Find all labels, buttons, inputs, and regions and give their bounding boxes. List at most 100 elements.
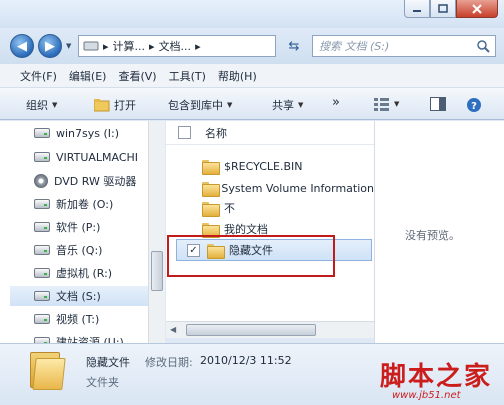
address-bar[interactable]: ▸ 计算... ▸ 文档... ▸ [78, 35, 276, 57]
folder-icon [202, 159, 220, 175]
help-button[interactable]: ? [466, 97, 482, 113]
file-list: 名称 $RECYCLE.BIN System Volume Informatio… [166, 121, 374, 321]
watermark-logo: 脚本之家 [380, 362, 493, 392]
maximize-button[interactable] [430, 0, 456, 18]
file-name: 不 [224, 202, 235, 215]
minimize-icon [413, 9, 421, 12]
preview-pane-button[interactable] [430, 97, 446, 111]
refresh-button[interactable]: ⇆ [282, 35, 306, 57]
breadcrumb-computer[interactable]: 计算... [113, 38, 146, 54]
nav-item-label: 建站资源 (U:) [56, 336, 124, 343]
details-type: 文件夹 [86, 376, 119, 389]
chevron-down-icon: ▼ [298, 101, 304, 109]
address-row: ◀ ▶ ▼ ▸ 计算... ▸ 文档... ▸ ⇆ 搜索 文档 (S:) [0, 28, 504, 64]
table-row[interactable]: $RECYCLE.BIN [166, 155, 374, 177]
search-placeholder: 搜索 文档 (S:) [319, 40, 390, 53]
drive-icon [83, 41, 99, 51]
large-folder-icon [30, 352, 66, 390]
breadcrumb-separator-icon: ▸ [103, 39, 109, 53]
highlight-annotation [167, 235, 335, 277]
drive-icon [34, 268, 50, 278]
folder-icon [202, 222, 220, 238]
drive-icon [34, 222, 50, 232]
nav-item-label: 虚拟机 (R:) [56, 267, 113, 280]
nav-item-software[interactable]: 软件 (P:) [34, 217, 100, 237]
close-button[interactable] [456, 0, 498, 18]
breadcrumb-separator-icon: ▸ [195, 39, 201, 53]
drive-icon [34, 314, 50, 324]
open-label: 打开 [114, 99, 136, 112]
search-input[interactable]: 搜索 文档 (S:) [312, 35, 496, 57]
organize-label: 组织 [26, 99, 48, 112]
back-button[interactable]: ◀ [10, 34, 34, 58]
refresh-icon: ⇆ [288, 38, 300, 54]
nav-item-label: VIRTUALMACHI [56, 150, 139, 164]
folder-icon [202, 201, 220, 217]
nav-item-dvd-drive[interactable]: DVD RW 驱动器 [34, 171, 136, 191]
scroll-left-icon[interactable]: ◀ [170, 325, 176, 334]
column-header-name[interactable]: 名称 [205, 125, 227, 141]
history-dropdown-icon[interactable]: ▼ [66, 42, 71, 50]
breadcrumb-documents[interactable]: 文档... [159, 38, 192, 54]
nav-item-label: DVD RW 驱动器 [54, 175, 137, 188]
menu-edit[interactable]: 编辑(E) [69, 68, 107, 84]
menu-file[interactable]: 文件(F) [20, 68, 57, 84]
nav-item-label: 文档 (S:) [56, 290, 101, 303]
watermark-url: www.jb51.net [392, 390, 461, 401]
close-icon [472, 3, 482, 14]
select-all-checkbox[interactable] [178, 126, 191, 139]
organize-button[interactable]: 组织 ▼ [26, 97, 57, 113]
menu-help[interactable]: 帮助(H) [218, 68, 257, 84]
minimize-button[interactable] [404, 0, 430, 18]
nav-item-videos[interactable]: 视频 (T:) [34, 309, 99, 329]
open-button[interactable]: 打开 [94, 97, 136, 113]
drive-icon [34, 245, 50, 255]
chevron-down-icon: ▼ [52, 101, 58, 109]
view-options-button[interactable]: ▼ [374, 97, 399, 111]
more-commands-button[interactable]: » [332, 95, 340, 110]
nav-item-music[interactable]: 音乐 (Q:) [34, 240, 102, 260]
nav-item-label: win7sys (I:) [56, 126, 120, 140]
open-folder-icon [94, 98, 110, 111]
hscrollbar-thumb[interactable] [186, 324, 316, 336]
nav-item-virtualmachine[interactable]: VIRTUALMACHI [34, 147, 138, 167]
file-list-hscrollbar[interactable]: ◀ [166, 321, 374, 338]
drive-icon [34, 152, 50, 162]
drive-icon [34, 199, 50, 209]
nav-item-win7sys[interactable]: win7sys (I:) [34, 123, 119, 143]
nav-item-label: 新加卷 (O:) [56, 198, 114, 211]
forward-button[interactable]: ▶ [38, 34, 62, 58]
column-header: 名称 [166, 121, 374, 145]
window-controls [404, 0, 498, 18]
nav-item-site-resources[interactable]: 建站资源 (U:) [34, 332, 124, 343]
svg-text:?: ? [471, 101, 477, 112]
nav-item-new-volume[interactable]: 新加卷 (O:) [34, 194, 113, 214]
folder-icon [202, 181, 221, 197]
navigation-pane: win7sys (I:) VIRTUALMACHI DVD RW 驱动器 新加卷… [0, 121, 148, 343]
nav-scrollbar[interactable] [148, 121, 165, 343]
preview-pane-icon [430, 97, 446, 111]
file-name: System Volume Information [221, 181, 374, 195]
nav-scrollbar-thumb[interactable] [151, 251, 163, 291]
table-row[interactable]: 不 [166, 197, 374, 219]
nav-item-label: 软件 (P:) [56, 221, 101, 234]
nav-item-virtual-machine[interactable]: 虚拟机 (R:) [34, 263, 112, 283]
maximize-icon [438, 3, 448, 13]
dvd-icon [34, 174, 48, 188]
preview-empty-text: 没有预览。 [405, 229, 460, 242]
table-row[interactable]: System Volume Information [166, 177, 374, 199]
include-in-library-button[interactable]: 包含到库中 ▼ [168, 97, 232, 113]
menu-tools[interactable]: 工具(T) [169, 68, 206, 84]
file-name: $RECYCLE.BIN [224, 159, 303, 173]
chevron-down-icon: ▼ [227, 101, 233, 109]
chevron-down-icon: ▼ [394, 100, 400, 108]
menu-view[interactable]: 查看(V) [118, 68, 156, 84]
title-bar [0, 0, 504, 28]
preview-pane: 没有预览。 [374, 121, 504, 343]
nav-item-documents[interactable]: 文档 (S:) [10, 286, 148, 306]
view-details-icon [374, 98, 389, 111]
share-button[interactable]: 共享 ▼ [272, 97, 303, 113]
drive-icon [34, 128, 50, 138]
menu-bar: 文件(F) 编辑(E) 查看(V) 工具(T) 帮助(H) [0, 64, 504, 88]
forward-arrow-icon: ▶ [45, 38, 55, 54]
